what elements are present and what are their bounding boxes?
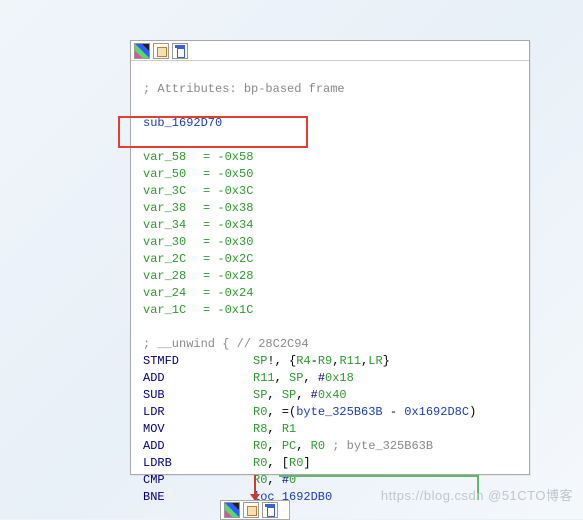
var-decl: var_50= -0x50 — [143, 166, 517, 183]
edge-false-branch — [254, 475, 256, 500]
instruction-row[interactable]: ADDR11, SP, #0x18 — [143, 370, 517, 387]
var-decl: var_24= -0x24 — [143, 285, 517, 302]
flow-group-icon[interactable] — [262, 502, 278, 518]
flow-group-icon[interactable] — [172, 43, 188, 59]
instruction-row[interactable]: MOVR8, R1 — [143, 421, 517, 438]
instruction-row[interactable]: STMFDSP!, {R4-R9,R11,LR} — [143, 353, 517, 370]
ida-graph-node[interactable]: ; Attributes: bp-based frame sub_1692D70… — [130, 40, 530, 475]
var-decl: var_2C= -0x2C — [143, 251, 517, 268]
var-decl: var_38= -0x38 — [143, 200, 517, 217]
edit-comment-icon[interactable] — [153, 43, 169, 59]
graph-node-body[interactable]: ; Attributes: bp-based frame sub_1692D70… — [131, 61, 529, 516]
edit-comment-icon[interactable] — [243, 502, 259, 518]
next-graph-node-header[interactable] — [220, 500, 290, 520]
unwind-comment: ; __unwind { // 28C2C94 — [143, 336, 517, 353]
attributes-comment: ; Attributes: bp-based frame — [143, 81, 517, 98]
color-palette-icon[interactable] — [224, 502, 240, 518]
color-palette-icon[interactable] — [134, 43, 150, 59]
subroutine-name[interactable]: sub_1692D70 — [143, 115, 517, 132]
instruction-row[interactable]: SUBSP, SP, #0x40 — [143, 387, 517, 404]
instruction-row[interactable]: ADDR0, PC, R0 ; byte_325B63B — [143, 438, 517, 455]
instruction-row[interactable]: LDRBR0, [R0] — [143, 455, 517, 472]
var-decl: var_3C= -0x3C — [143, 183, 517, 200]
watermark-text: https://blog.csdn @51CTO博客 — [381, 485, 573, 504]
vars-list: var_58= -0x58var_50= -0x50var_3C= -0x3Cv… — [143, 149, 517, 319]
var-decl: var_34= -0x34 — [143, 217, 517, 234]
var-decl: var_1C= -0x1C — [143, 302, 517, 319]
var-decl: var_30= -0x30 — [143, 234, 517, 251]
graph-node-header — [131, 41, 529, 61]
var-decl: var_58= -0x58 — [143, 149, 517, 166]
var-decl: var_28= -0x28 — [143, 268, 517, 285]
instruction-row[interactable]: LDRR0, =(byte_325B63B - 0x1692D8C) — [143, 404, 517, 421]
